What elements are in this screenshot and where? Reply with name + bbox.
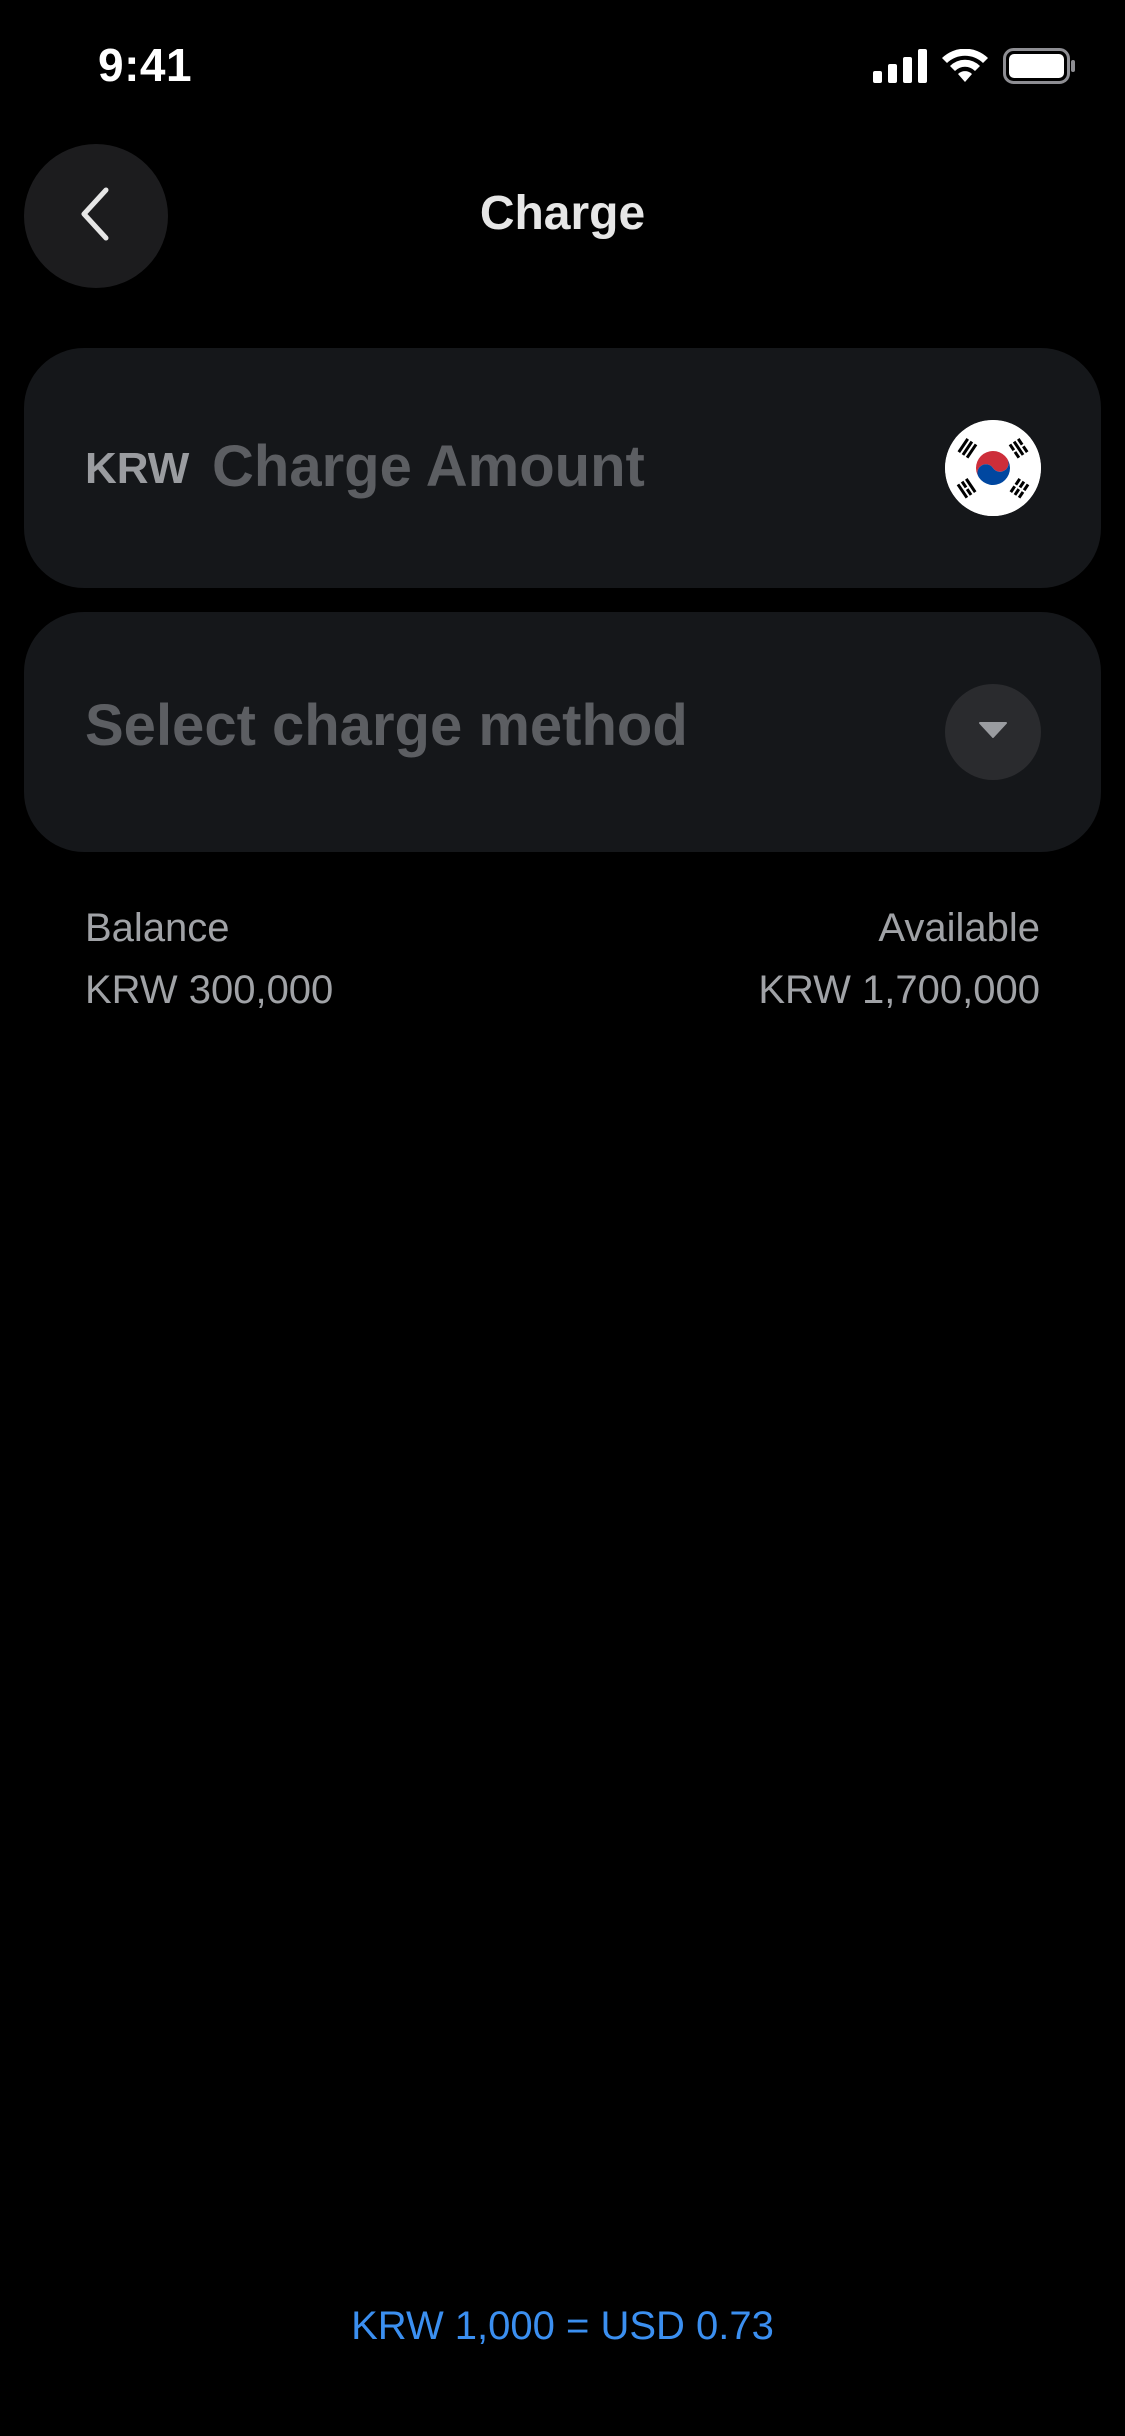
charge-amount-card: KRW xyxy=(24,348,1101,588)
exchange-rate-text: KRW 1,000 = USD 0.73 xyxy=(351,2304,774,2348)
charge-method-placeholder: Select charge method xyxy=(85,693,688,758)
charge-amount-input[interactable] xyxy=(212,426,932,506)
south-korea-flag-icon[interactable] xyxy=(945,420,1041,516)
charge-screen: 9:41 Charge KRW Charge Amount Select cha… xyxy=(0,0,1125,2436)
caret-down-icon xyxy=(977,720,1009,745)
balance-value: KRW 300,000 xyxy=(85,968,334,1012)
status-bar: 9:41 xyxy=(0,0,1125,140)
wifi-icon xyxy=(941,48,989,88)
balance-label: Balance xyxy=(85,906,230,950)
status-icons xyxy=(873,47,1077,89)
available-value: KRW 1,700,000 xyxy=(758,968,1040,1012)
dropdown-button[interactable] xyxy=(945,684,1041,780)
page-title: Charge xyxy=(479,187,646,240)
battery-icon xyxy=(1003,47,1077,89)
charge-method-select[interactable]: Select charge method xyxy=(24,612,1101,852)
currency-code: KRW xyxy=(85,444,190,493)
available-label: Available xyxy=(878,906,1040,950)
status-time: 9:41 xyxy=(98,39,193,91)
cellular-signal-icon xyxy=(873,48,927,88)
